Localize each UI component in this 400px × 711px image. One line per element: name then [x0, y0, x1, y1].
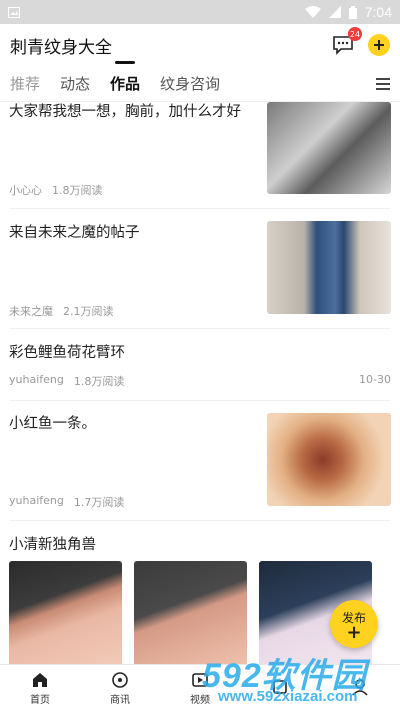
nav-news[interactable]: 商讯 [80, 665, 160, 711]
nav-discover[interactable] [240, 665, 320, 711]
video-icon [192, 672, 208, 687]
message-button[interactable]: 24 [332, 27, 362, 55]
post-reads: 2.1万阅读 [63, 305, 114, 318]
publish-plus-icon: + [346, 621, 362, 643]
menu-icon[interactable] [376, 77, 390, 90]
tab-recommend[interactable]: 推荐 [10, 67, 40, 100]
list-item[interactable]: 来自未来之魔的帖子 未来之魔 2.1万阅读 [9, 209, 391, 329]
image-notification-icon [8, 6, 20, 18]
post-title: 大家帮我想一想，胸前，加什么才好 [9, 104, 241, 120]
post-title: 彩色鲤鱼荷花臂环 [9, 345, 125, 361]
tab-consult[interactable]: 纹身咨询 [160, 67, 220, 100]
nav-label: 首页 [30, 694, 50, 706]
gallery-image [134, 561, 247, 664]
post-author: yuhaifeng [9, 494, 64, 507]
list-item[interactable]: 大家帮我想一想，胸前，加什么才好 小心心 1.8万阅读 [9, 102, 391, 209]
post-thumbnail [267, 102, 391, 194]
post-author: 小心心 [9, 184, 42, 197]
post-title: 小清新独角兽 [9, 537, 96, 553]
post-thumbnail [267, 413, 391, 506]
category-tabs: 推荐 动态 作品 纹身咨询 [0, 66, 400, 102]
search-icon [112, 671, 128, 688]
post-title: 来自未来之魔的帖子 [9, 225, 140, 241]
discover-icon [273, 680, 287, 694]
tab-works[interactable]: 作品 [110, 67, 140, 100]
bottom-nav: 首页 商讯 视频 [0, 664, 400, 711]
post-meta: 小心心 1.8万阅读 [9, 182, 103, 198]
post-thumbnail [267, 221, 391, 314]
wifi-icon [304, 6, 321, 18]
plus-icon [374, 40, 384, 50]
nav-label: 商讯 [110, 694, 130, 706]
list-item[interactable]: 彩色鲤鱼荷花臂环 yuhaifeng 1.8万阅读 10-30 [9, 329, 391, 401]
list-item[interactable]: 小红鱼一条。 yuhaifeng 1.7万阅读 [9, 401, 391, 521]
status-time: 7:04 [364, 4, 392, 20]
home-icon [33, 672, 47, 687]
post-reads: 1.8万阅读 [73, 375, 125, 388]
post-date: 10-30 [359, 373, 391, 386]
tab-feed[interactable]: 动态 [60, 67, 90, 100]
gallery-image [9, 561, 122, 664]
message-badge: 24 [348, 27, 362, 41]
add-button[interactable] [368, 34, 390, 56]
battery-icon [348, 5, 357, 19]
post-author: yuhaifeng [9, 373, 64, 386]
post-reads: 1.7万阅读 [73, 496, 125, 509]
post-reads: 1.8万阅读 [52, 184, 103, 197]
app-title: 刺青纹身大全 [10, 37, 112, 58]
post-title: 小红鱼一条。 [9, 416, 96, 432]
post-meta: 未来之魔 2.1万阅读 [9, 303, 114, 319]
status-bar: 7:04 [0, 0, 400, 24]
post-meta: yuhaifeng 1.8万阅读 10-30 [9, 373, 391, 389]
nav-label: 视频 [190, 694, 210, 706]
post-meta: yuhaifeng 1.7万阅读 [9, 494, 124, 510]
post-author: 未来之魔 [9, 305, 53, 318]
feed-list[interactable]: 大家帮我想一想，胸前，加什么才好 小心心 1.8万阅读 来自未来之魔的帖子 未来… [0, 102, 400, 664]
profile-icon [352, 679, 368, 696]
signal-icon [328, 6, 341, 18]
publish-button[interactable]: 发布 + [330, 600, 378, 648]
nav-home[interactable]: 首页 [0, 665, 80, 711]
nav-video[interactable]: 视频 [160, 665, 240, 711]
app-header: 刺青纹身大全 24 [0, 24, 400, 66]
nav-profile[interactable] [320, 665, 400, 711]
list-item[interactable]: 小清新独角兽 [9, 521, 391, 664]
